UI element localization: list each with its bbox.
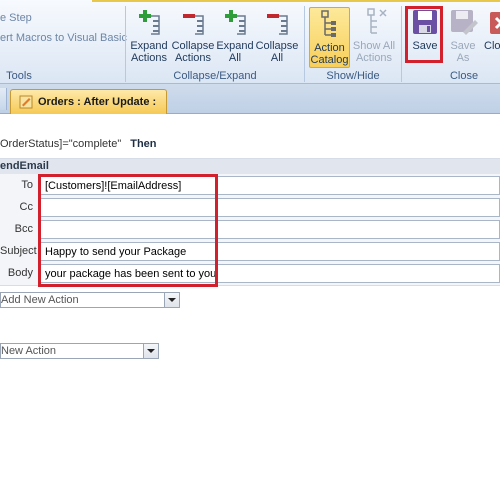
action-catalog-icon (320, 10, 336, 37)
send-email-action-block[interactable]: endEmail To [Customers]![EmailAddress] C… (0, 158, 500, 287)
ribbon-contextual-accent (92, 0, 500, 5)
group-separator (125, 6, 126, 82)
collapse-all-label: Collapse All (255, 40, 299, 64)
condition-expression[interactable]: OrderStatus]="complete" (0, 138, 121, 150)
if-condition-row[interactable]: OrderStatus]="complete" Then (0, 138, 157, 150)
expand-actions-button[interactable]: Expand Actions (130, 6, 168, 64)
add-new-action-outer-dropdown[interactable]: New Action (0, 343, 159, 359)
single-step-button[interactable]: e Step (0, 12, 32, 24)
tab-orders-after-update[interactable]: Orders : After Update : (10, 89, 168, 114)
arg-label-bcc: Bcc (14, 223, 33, 235)
show-all-actions-label: Show All Actions (352, 40, 396, 64)
save-highlight-box (405, 6, 443, 63)
collapse-all-icon (267, 14, 288, 35)
ribbon: e Step ert Macros to Visual Basic Tools … (0, 0, 500, 84)
group-label-close: Close (449, 70, 479, 82)
collapse-actions-button[interactable]: Collapse Actions (172, 6, 214, 64)
close-label: Clo (484, 40, 500, 52)
group-label-show-hide: Show/Hide (326, 70, 380, 82)
show-all-actions-icon (367, 8, 387, 34)
chevron-down-icon[interactable] (143, 344, 158, 358)
macro-document-icon (19, 95, 33, 109)
action-catalog-label: Action Catalog (310, 42, 349, 66)
collapse-actions-label: Collapse Actions (171, 40, 215, 64)
expand-actions-label: Expand Actions (130, 40, 168, 64)
macro-designer: OrderStatus]="complete" Then endEmail To … (0, 114, 500, 500)
tab-scroll-button[interactable] (0, 88, 7, 110)
save-as-label: Save As (450, 40, 476, 64)
arg-label-to: To (21, 179, 33, 191)
group-separator (304, 6, 305, 82)
save-as-button[interactable]: Save As (446, 6, 480, 64)
add-new-action-dropdown[interactable]: Add New Action (0, 292, 180, 308)
close-button[interactable]: Clo (484, 6, 500, 52)
collapse-actions-icon (183, 14, 204, 35)
show-all-actions-button[interactable]: Show All Actions (352, 6, 396, 64)
tab-label: Orders : After Update : (38, 96, 157, 108)
action-catalog-button[interactable]: Action Catalog (309, 7, 350, 68)
save-as-icon (451, 10, 478, 35)
add-new-action-outer-text: New Action (1, 345, 57, 357)
arg-label-body: Body (7, 267, 33, 279)
group-label-tools: Tools (6, 70, 32, 82)
convert-macros-button[interactable]: ert Macros to Visual Basic (0, 32, 127, 44)
document-tab-strip: Orders : After Update : (0, 84, 500, 114)
group-separator (401, 6, 402, 82)
arg-label-cc: Cc (19, 201, 33, 213)
collapse-all-button[interactable]: Collapse All (256, 6, 298, 64)
expand-all-label: Expand All (216, 40, 254, 64)
chevron-down-icon[interactable] (164, 293, 179, 307)
expand-all-icon (225, 10, 246, 35)
expand-all-button[interactable]: Expand All (216, 6, 254, 64)
group-label-collapse-expand: Collapse/Expand (173, 70, 257, 82)
expand-actions-icon (139, 10, 160, 35)
arg-label-subject: Subject (0, 245, 37, 257)
action-header[interactable]: endEmail (0, 159, 500, 174)
close-icon (490, 12, 500, 34)
then-keyword: Then (130, 138, 157, 150)
add-new-action-text: Add New Action (1, 294, 79, 306)
arguments-highlight-box (38, 174, 218, 287)
